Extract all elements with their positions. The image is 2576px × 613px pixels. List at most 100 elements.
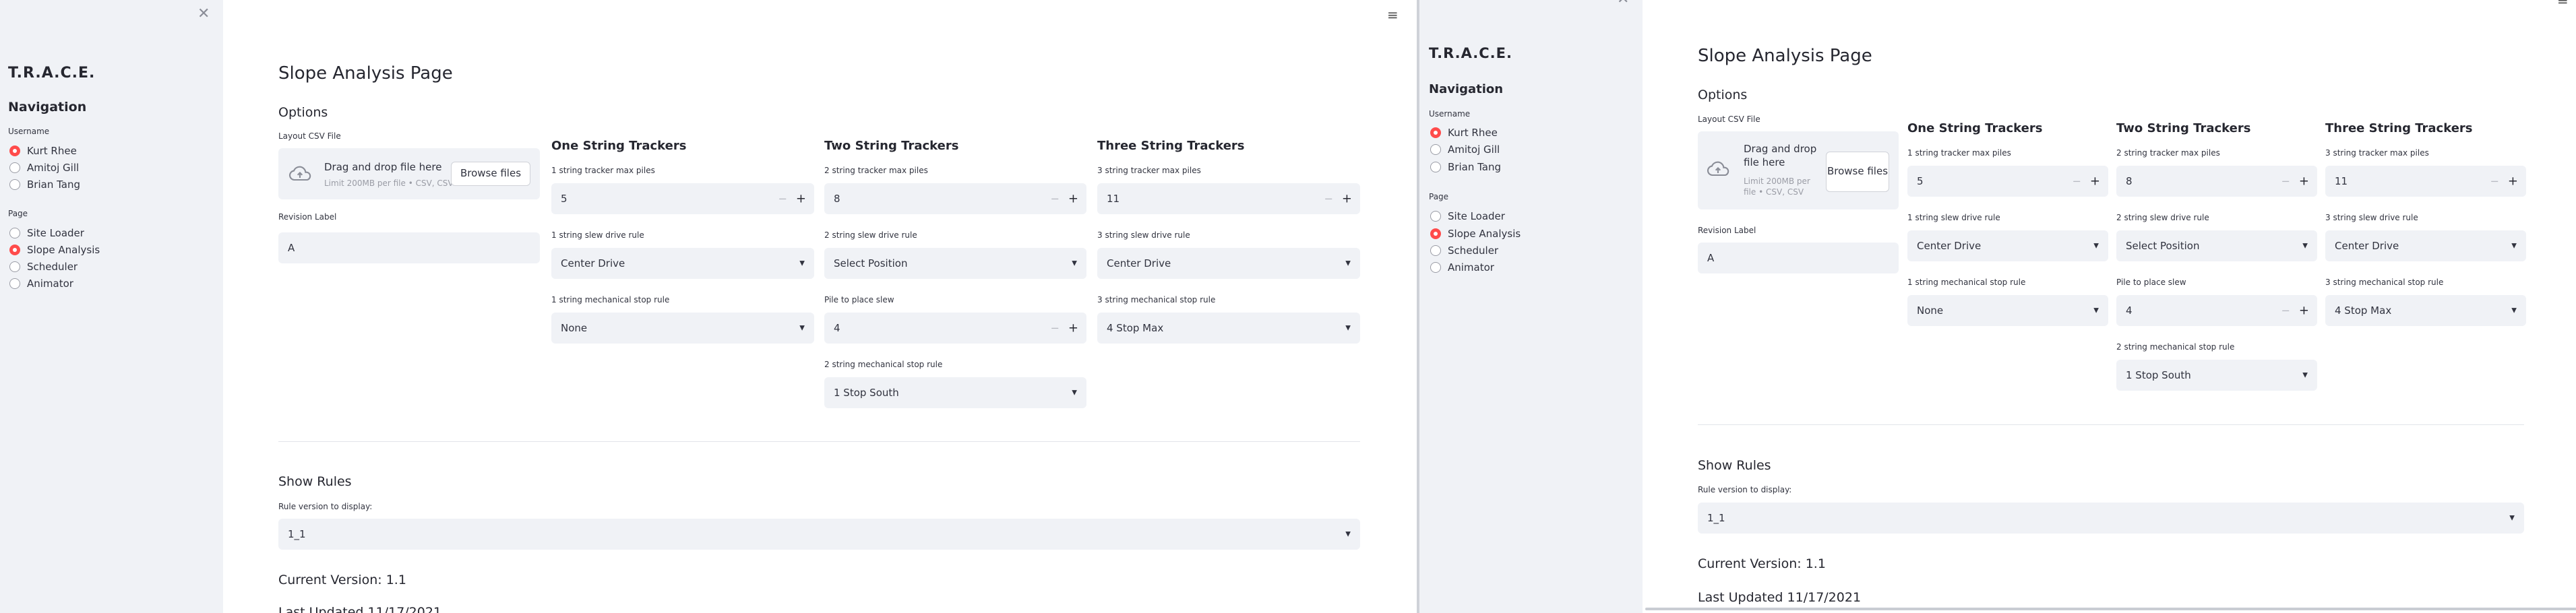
chevron-down-icon: ▼ <box>1345 259 1351 267</box>
two-string-max-piles-label: 2 string tracker max piles <box>2116 148 2220 158</box>
radio-user-brian-tang[interactable]: Brian Tang <box>9 179 80 191</box>
chevron-down-icon: ▼ <box>2302 371 2308 379</box>
increment-button[interactable]: + <box>1068 321 1078 335</box>
left-screenshot: ✕ T.R.A.C.E. Navigation Username Kurt Rh… <box>0 0 1417 613</box>
radio-page-animator[interactable]: Animator <box>9 278 73 290</box>
two-string-stop-select[interactable]: 1 Stop South ▼ <box>824 377 1086 408</box>
number-value: 8 <box>834 193 840 205</box>
two-string-max-piles-input[interactable]: 8 − + <box>2116 166 2317 197</box>
sidebar: ✕ T.R.A.C.E. Navigation Username Kurt Rh… <box>0 0 223 613</box>
radio-user-amitoj-gill[interactable]: Amitoj Gill <box>1430 143 1500 156</box>
two-string-slew-select[interactable]: Select Position ▼ <box>2116 230 2317 261</box>
radio-user-amitoj-gill[interactable]: Amitoj Gill <box>9 162 79 174</box>
radio-page-site-loader[interactable]: Site Loader <box>1430 210 1505 222</box>
rule-version-label: Rule version to display: <box>1698 485 1792 494</box>
increment-button[interactable]: + <box>796 192 806 206</box>
increment-button[interactable]: + <box>2090 174 2100 189</box>
revision-input[interactable]: A <box>1698 243 1899 273</box>
radio-user-brian-tang[interactable]: Brian Tang <box>1430 161 1501 173</box>
radio-label: Animator <box>27 278 73 290</box>
radio-label: Brian Tang <box>27 179 80 191</box>
radio-dot <box>1430 144 1441 155</box>
radio-page-site-loader[interactable]: Site Loader <box>9 227 84 239</box>
radio-user-kurt-rhee[interactable]: Kurt Rhee <box>1430 127 1498 139</box>
hamburger-menu-icon[interactable]: ≡ <box>1387 8 1399 22</box>
radio-label: Site Loader <box>1448 210 1505 222</box>
drag-drop-text: Drag and drop file here <box>324 161 442 173</box>
chevron-down-icon: ▼ <box>2509 514 2515 522</box>
decrement-button[interactable]: − <box>1051 193 1060 205</box>
increment-button[interactable]: + <box>2299 304 2309 318</box>
radio-dot <box>1430 245 1441 256</box>
pile-slew-input[interactable]: 4 − + <box>2116 295 2317 326</box>
decrement-button[interactable]: − <box>2281 175 2290 188</box>
browse-files-button[interactable]: Browse files <box>1826 152 1889 192</box>
decrement-button[interactable]: − <box>2490 175 2499 188</box>
select-value: 4 Stop Max <box>2335 304 2392 317</box>
decrement-button[interactable]: − <box>778 193 787 205</box>
radio-page-slope-analysis[interactable]: Slope Analysis <box>1430 228 1521 240</box>
increment-button[interactable]: + <box>1068 192 1078 206</box>
decrement-button[interactable]: − <box>2073 175 2081 188</box>
three-string-slew-select[interactable]: Center Drive ▼ <box>1097 248 1360 279</box>
three-string-max-piles-input[interactable]: 11 − + <box>2325 166 2526 197</box>
decrement-button[interactable]: − <box>1051 322 1060 335</box>
revision-input[interactable]: A <box>278 232 540 263</box>
three-string-max-piles-label: 3 string tracker max piles <box>1097 166 1201 175</box>
nav-heading: Navigation <box>1429 82 1504 96</box>
two-string-heading: Two String Trackers <box>824 139 959 153</box>
three-string-stop-select[interactable]: 4 Stop Max ▼ <box>1097 313 1360 344</box>
decrement-button[interactable]: − <box>1324 193 1333 205</box>
number-value: 11 <box>1107 193 1120 205</box>
pile-slew-input[interactable]: 4 − + <box>824 313 1086 344</box>
close-sidebar-icon[interactable]: ✕ <box>197 7 210 22</box>
radio-label: Site Loader <box>27 227 84 239</box>
page-title: Slope Analysis Page <box>278 63 453 84</box>
one-string-max-piles-input[interactable]: 5 − + <box>551 183 814 214</box>
number-value: 4 <box>2126 304 2133 317</box>
radio-page-scheduler[interactable]: Scheduler <box>9 261 78 273</box>
revision-label: Revision Label <box>1698 226 1756 235</box>
username-label: Username <box>8 127 50 136</box>
app-title: T.R.A.C.E. <box>8 65 96 82</box>
radio-page-animator[interactable]: Animator <box>1430 261 1494 273</box>
select-value: None <box>1917 304 1944 317</box>
one-string-stop-label: 1 string mechanical stop rule <box>1907 278 2026 287</box>
radio-page-scheduler[interactable]: Scheduler <box>1430 245 1498 257</box>
three-string-stop-label: 3 string mechanical stop rule <box>1097 295 1216 304</box>
radio-page-slope-analysis[interactable]: Slope Analysis <box>9 244 100 256</box>
browse-files-button[interactable]: Browse files <box>451 162 530 186</box>
increment-button[interactable]: + <box>1342 192 1352 206</box>
select-value: Select Position <box>2126 240 2200 252</box>
file-uploader[interactable]: Drag and drop file here Limit 200MB per … <box>1698 131 1899 209</box>
three-string-slew-select[interactable]: Center Drive ▼ <box>2325 230 2526 261</box>
radio-label: Slope Analysis <box>27 244 100 256</box>
hamburger-menu-icon[interactable]: ≡ <box>2557 0 2569 7</box>
three-string-max-piles-input[interactable]: 11 − + <box>1097 183 1360 214</box>
radio-label: Amitoj Gill <box>1448 143 1500 156</box>
increment-button[interactable]: + <box>2299 174 2309 189</box>
three-string-stop-select[interactable]: 4 Stop Max ▼ <box>2325 295 2526 326</box>
two-string-stop-label: 2 string mechanical stop rule <box>2116 342 2235 352</box>
radio-dot <box>9 261 20 272</box>
rule-version-select[interactable]: 1_1 ▼ <box>1698 503 2524 534</box>
two-string-max-piles-input[interactable]: 8 − + <box>824 183 1086 214</box>
one-string-stop-select[interactable]: None ▼ <box>551 313 814 344</box>
select-value: Center Drive <box>561 257 625 269</box>
rule-version-select[interactable]: 1_1 ▼ <box>278 519 1360 550</box>
radio-user-kurt-rhee[interactable]: Kurt Rhee <box>9 145 77 157</box>
close-sidebar-icon[interactable]: ✕ <box>1617 0 1629 7</box>
radio-label: Scheduler <box>27 261 78 273</box>
one-string-slew-select[interactable]: Center Drive ▼ <box>551 248 814 279</box>
two-string-slew-select[interactable]: Select Position ▼ <box>824 248 1086 279</box>
decrement-button[interactable]: − <box>2281 304 2290 317</box>
one-string-slew-select[interactable]: Center Drive ▼ <box>1907 230 2108 261</box>
file-uploader[interactable]: Drag and drop file here Limit 200MB per … <box>278 148 540 199</box>
two-string-stop-select[interactable]: 1 Stop South ▼ <box>2116 360 2317 391</box>
one-string-stop-select[interactable]: None ▼ <box>1907 295 2108 326</box>
increment-button[interactable]: + <box>2508 174 2518 189</box>
one-string-max-piles-input[interactable]: 5 − + <box>1907 166 2108 197</box>
horizontal-scrollbar[interactable] <box>1645 608 2576 610</box>
number-value: 5 <box>1917 175 1924 187</box>
select-value: Center Drive <box>1917 240 1982 252</box>
